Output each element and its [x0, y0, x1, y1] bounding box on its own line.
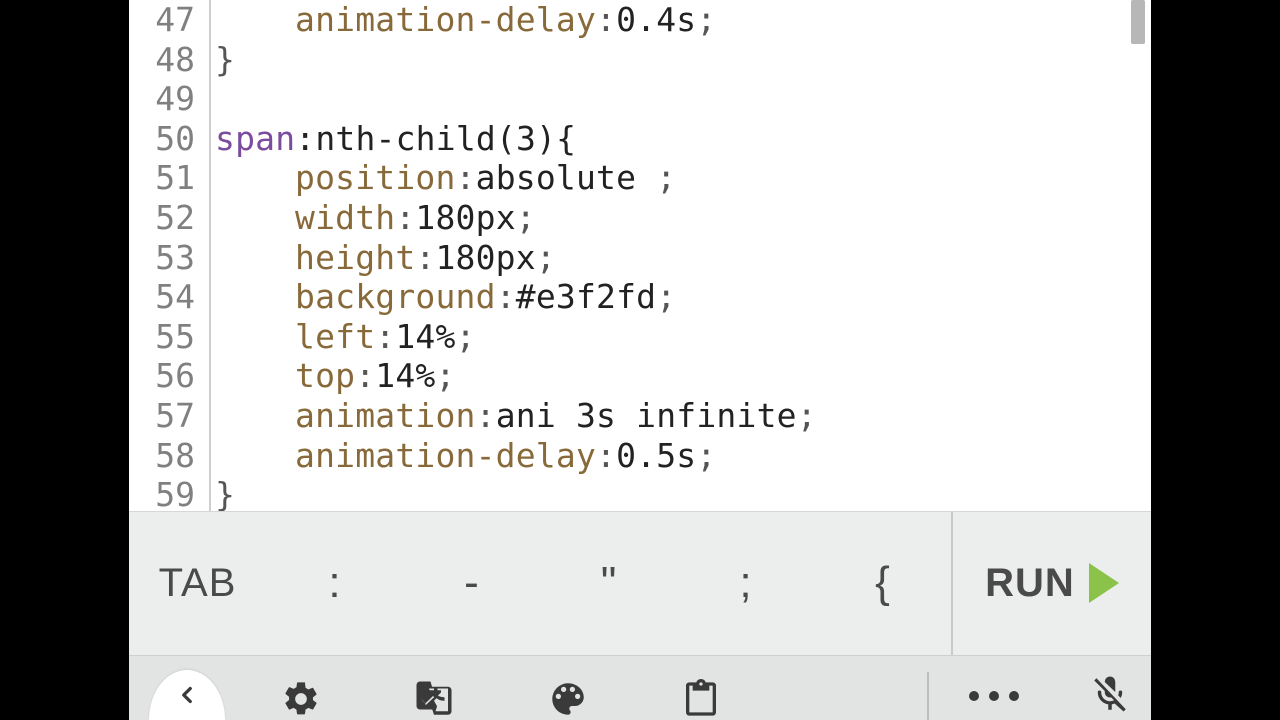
code-line[interactable]: 55left:14%; — [129, 317, 1151, 357]
key-tab[interactable]: TAB — [129, 561, 266, 606]
settings-icon[interactable] — [281, 679, 321, 719]
code-line[interactable]: 58animation-delay:0.5s; — [129, 436, 1151, 476]
scrollbar-thumb[interactable] — [1131, 0, 1145, 44]
line-number: 53 — [129, 238, 209, 278]
line-number: 54 — [129, 277, 209, 317]
code-line[interactable]: 47animation-delay:0.4s; — [129, 0, 1151, 40]
code-text: } — [215, 475, 235, 511]
code-line[interactable]: 52width:180px; — [129, 198, 1151, 238]
bottom-nav — [129, 655, 1151, 720]
key-symbol[interactable]: - — [403, 558, 540, 608]
line-number: 59 — [129, 475, 209, 511]
line-number: 55 — [129, 317, 209, 357]
code-text: span:nth-child(3){ — [215, 119, 576, 159]
more-icon[interactable] — [969, 691, 1019, 701]
code-line[interactable]: 48} — [129, 40, 1151, 80]
line-number: 58 — [129, 436, 209, 476]
clipboard-icon[interactable] — [681, 679, 721, 719]
line-number: 56 — [129, 356, 209, 396]
back-button[interactable] — [149, 670, 225, 720]
code-line[interactable]: 56top:14%; — [129, 356, 1151, 396]
code-text: left:14%; — [215, 317, 476, 357]
shortcut-keys: TAB:-";{ — [129, 512, 951, 655]
code-text: position:absolute ; — [215, 158, 676, 198]
play-icon — [1089, 563, 1119, 603]
code-line[interactable]: 57animation:ani 3s infinite; — [129, 396, 1151, 436]
code-editor[interactable]: 47animation-delay:0.4s;48}4950span:nth-c… — [129, 0, 1151, 511]
line-number: 48 — [129, 40, 209, 80]
run-button[interactable]: RUN — [951, 512, 1151, 655]
line-number: 51 — [129, 158, 209, 198]
nav-icons — [261, 678, 927, 720]
shortcut-key-row: TAB:-";{ RUN — [129, 511, 1151, 655]
code-text: width:180px; — [215, 198, 536, 238]
line-number: 52 — [129, 198, 209, 238]
line-number: 47 — [129, 0, 209, 40]
code-text: animation-delay:0.5s; — [215, 436, 716, 476]
run-label: RUN — [985, 561, 1075, 606]
code-text: height:180px; — [215, 238, 556, 278]
line-number: 49 — [129, 79, 209, 119]
mic-off-icon[interactable] — [1089, 673, 1131, 719]
key-symbol[interactable]: " — [540, 558, 677, 608]
code-line[interactable]: 50span:nth-child(3){ — [129, 119, 1151, 159]
line-number: 57 — [129, 396, 209, 436]
translate-icon[interactable] — [413, 678, 455, 720]
code-line[interactable]: 51position:absolute ; — [129, 158, 1151, 198]
key-symbol[interactable]: : — [266, 558, 403, 608]
code-text: animation:ani 3s infinite; — [215, 396, 817, 436]
nav-right-group — [927, 672, 1131, 720]
code-text: animation-delay:0.4s; — [215, 0, 716, 40]
code-text: background:#e3f2fd; — [215, 277, 676, 317]
line-number: 50 — [129, 119, 209, 159]
code-text: } — [215, 40, 235, 80]
palette-icon[interactable] — [547, 678, 589, 720]
chevron-left-icon — [174, 682, 200, 708]
code-line[interactable]: 54background:#e3f2fd; — [129, 277, 1151, 317]
app-frame: 47animation-delay:0.4s;48}4950span:nth-c… — [129, 0, 1151, 720]
key-symbol[interactable]: ; — [677, 558, 814, 608]
code-line[interactable]: 49 — [129, 79, 1151, 119]
code-content: 47animation-delay:0.4s;48}4950span:nth-c… — [129, 0, 1151, 511]
code-line[interactable]: 53height:180px; — [129, 238, 1151, 278]
key-symbol[interactable]: { — [814, 558, 951, 608]
gutter — [209, 79, 215, 119]
code-text: top:14%; — [215, 356, 456, 396]
code-line[interactable]: 59} — [129, 475, 1151, 511]
